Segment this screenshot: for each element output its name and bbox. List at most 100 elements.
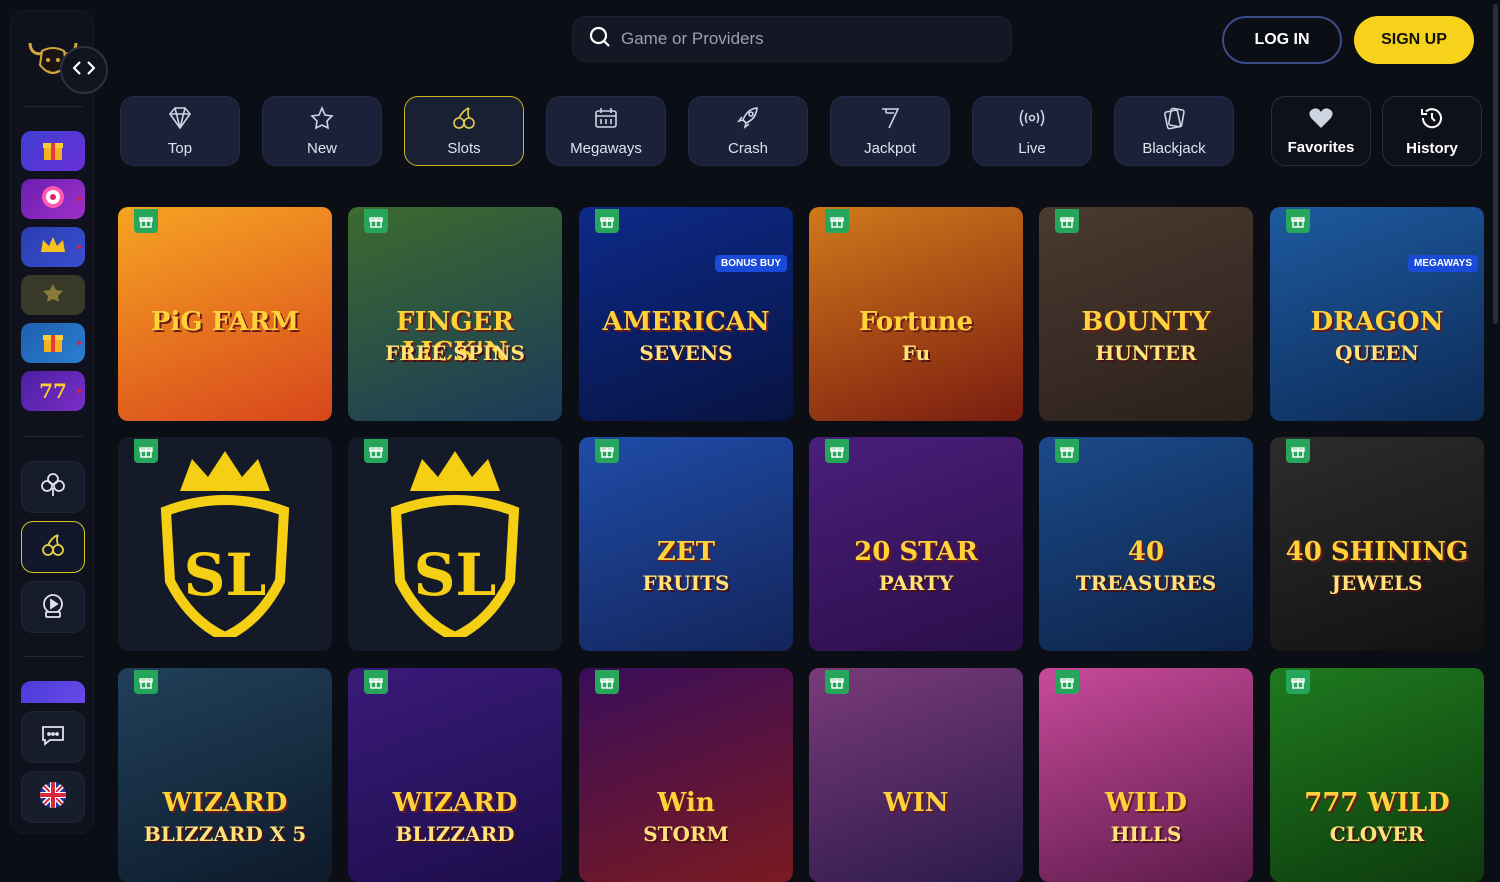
game-subtitle: CLOVER [1329, 822, 1425, 846]
promo-crown-button[interactable] [21, 227, 85, 267]
clover-icon [40, 472, 66, 503]
tab-slots[interactable]: Slots [404, 96, 524, 166]
game-subtitle: QUEEN [1335, 341, 1419, 365]
gift-badge-icon [825, 209, 849, 233]
game-tile[interactable]: WIN [809, 668, 1023, 882]
game-subtitle: Fu [901, 341, 931, 365]
search-icon [589, 26, 611, 53]
seven-icon [877, 106, 903, 134]
game-tile[interactable]: 40 TREASURES [1039, 437, 1253, 651]
gift-badge-icon [595, 670, 619, 694]
game-subtitle: SEVENS [639, 341, 733, 365]
page-scrollbar[interactable] [1493, 4, 1498, 324]
promo-sevens-button[interactable]: 77 [21, 371, 85, 411]
gift-badge-icon [134, 209, 158, 233]
promo-gift-button[interactable] [21, 131, 85, 171]
tab-label: Jackpot [864, 139, 916, 157]
gift-icon [39, 327, 67, 360]
game-tile[interactable]: MEGAWAYS DRAGON QUEEN [1270, 207, 1484, 421]
game-badge: MEGAWAYS [1408, 255, 1478, 272]
promo-gift2-button[interactable] [21, 323, 85, 363]
game-title: 20 STAR [854, 537, 978, 567]
chat-button[interactable] [21, 711, 85, 763]
sidebar-divider [23, 106, 83, 107]
sidebar-casino-button[interactable] [21, 461, 85, 513]
game-title: PiG FARM [150, 307, 300, 337]
cards-icon [1161, 106, 1187, 134]
chat-icon [40, 723, 66, 752]
gift-badge-icon [825, 670, 849, 694]
signup-button[interactable]: SIGN UP [1354, 16, 1474, 64]
gift-badge-icon [1286, 670, 1310, 694]
game-tile[interactable]: Fortune Fu [809, 207, 1023, 421]
sidebar-slots-button[interactable] [21, 521, 85, 573]
game-tile[interactable]: ZET FRUITS [579, 437, 793, 651]
game-subtitle: BLIZZARD [395, 822, 515, 846]
game-tile[interactable]: BOUNTY HUNTER [1039, 207, 1253, 421]
game-tile[interactable]: PiG FARM [118, 207, 332, 421]
game-tile[interactable]: 777 WILD CLOVER [1270, 668, 1484, 882]
game-subtitle: TREASURES [1075, 571, 1217, 595]
game-title: Win [657, 788, 715, 818]
tab-top[interactable]: Top [120, 96, 240, 166]
game-tile[interactable]: BONUS BUY AMERICAN SEVENS [579, 207, 793, 421]
tab-jackpot[interactable]: Jackpot [830, 96, 950, 166]
game-title: WILD [1104, 788, 1188, 818]
tab-megaways[interactable]: Megaways [546, 96, 666, 166]
tab-new[interactable]: New [262, 96, 382, 166]
game-title: WIZARD [392, 788, 518, 818]
code-arrows-icon [72, 60, 96, 81]
game-tile[interactable]: SL [348, 437, 562, 651]
game-subtitle: HILLS [1110, 822, 1182, 846]
tab-live[interactable]: Live [972, 96, 1092, 166]
tab-label: Top [167, 139, 193, 157]
tab-label: Blackjack [1142, 139, 1206, 157]
game-tile[interactable]: WIZARD BLIZZARD [348, 668, 562, 882]
game-tile[interactable]: WIZARD BLIZZARD X 5 [118, 668, 332, 882]
tab-history[interactable]: History [1382, 96, 1482, 166]
tab-favorites[interactable]: Favorites [1271, 96, 1371, 166]
heart-icon [1308, 107, 1334, 133]
login-button[interactable]: LOG IN [1222, 16, 1342, 64]
sidebar-live-button[interactable] [21, 581, 85, 633]
game-subtitle: JEWELS [1331, 571, 1423, 595]
game-badge: BONUS BUY [714, 255, 787, 272]
gift-badge-icon [364, 439, 388, 463]
tab-crash[interactable]: Crash [688, 96, 808, 166]
cherries-icon [40, 532, 66, 563]
search-placeholder[interactable]: Game or Providers [621, 29, 764, 49]
game-subtitle: BLIZZARD X 5 [143, 822, 307, 846]
gift-badge-icon [825, 439, 849, 463]
language-button[interactable] [21, 771, 85, 823]
promo-target-button[interactable] [21, 179, 85, 219]
rocket-icon [735, 106, 761, 134]
promo-badge-button[interactable] [21, 275, 85, 315]
game-tile[interactable]: SL [118, 437, 332, 651]
game-tile[interactable]: 20 STAR PARTY [809, 437, 1023, 651]
game-tile[interactable]: FINGER LICK'N FREE SPINS [348, 207, 562, 421]
gift-badge-icon [595, 209, 619, 233]
game-title: BOUNTY [1081, 307, 1211, 337]
search-bar[interactable]: Game or Providers [572, 16, 1012, 62]
gift-badge-icon [134, 670, 158, 694]
cherries-icon [451, 106, 477, 134]
sidebar-divider [23, 436, 83, 437]
tab-label: New [306, 139, 337, 157]
game-tile[interactable]: 40 SHINING JEWELS [1270, 437, 1484, 651]
live-play-icon [40, 592, 66, 623]
gift-badge-icon [1055, 670, 1079, 694]
game-tile[interactable]: Win STORM [579, 668, 793, 882]
target-icon [40, 184, 66, 215]
game-tile[interactable]: WILD HILLS [1039, 668, 1253, 882]
tab-blackjack[interactable]: Blackjack [1114, 96, 1234, 166]
crown-icon [39, 234, 67, 261]
promo-partial-button[interactable] [21, 681, 85, 703]
game-subtitle: FREE SPINS [385, 341, 525, 365]
game-title: SL [183, 541, 267, 609]
game-title: ZET [656, 537, 716, 567]
badge-icon [40, 282, 66, 309]
star-new-icon [309, 105, 335, 134]
sidebar-toggle-button[interactable] [60, 46, 108, 94]
gift-badge-icon [595, 439, 619, 463]
gift-badge-icon [1055, 209, 1079, 233]
